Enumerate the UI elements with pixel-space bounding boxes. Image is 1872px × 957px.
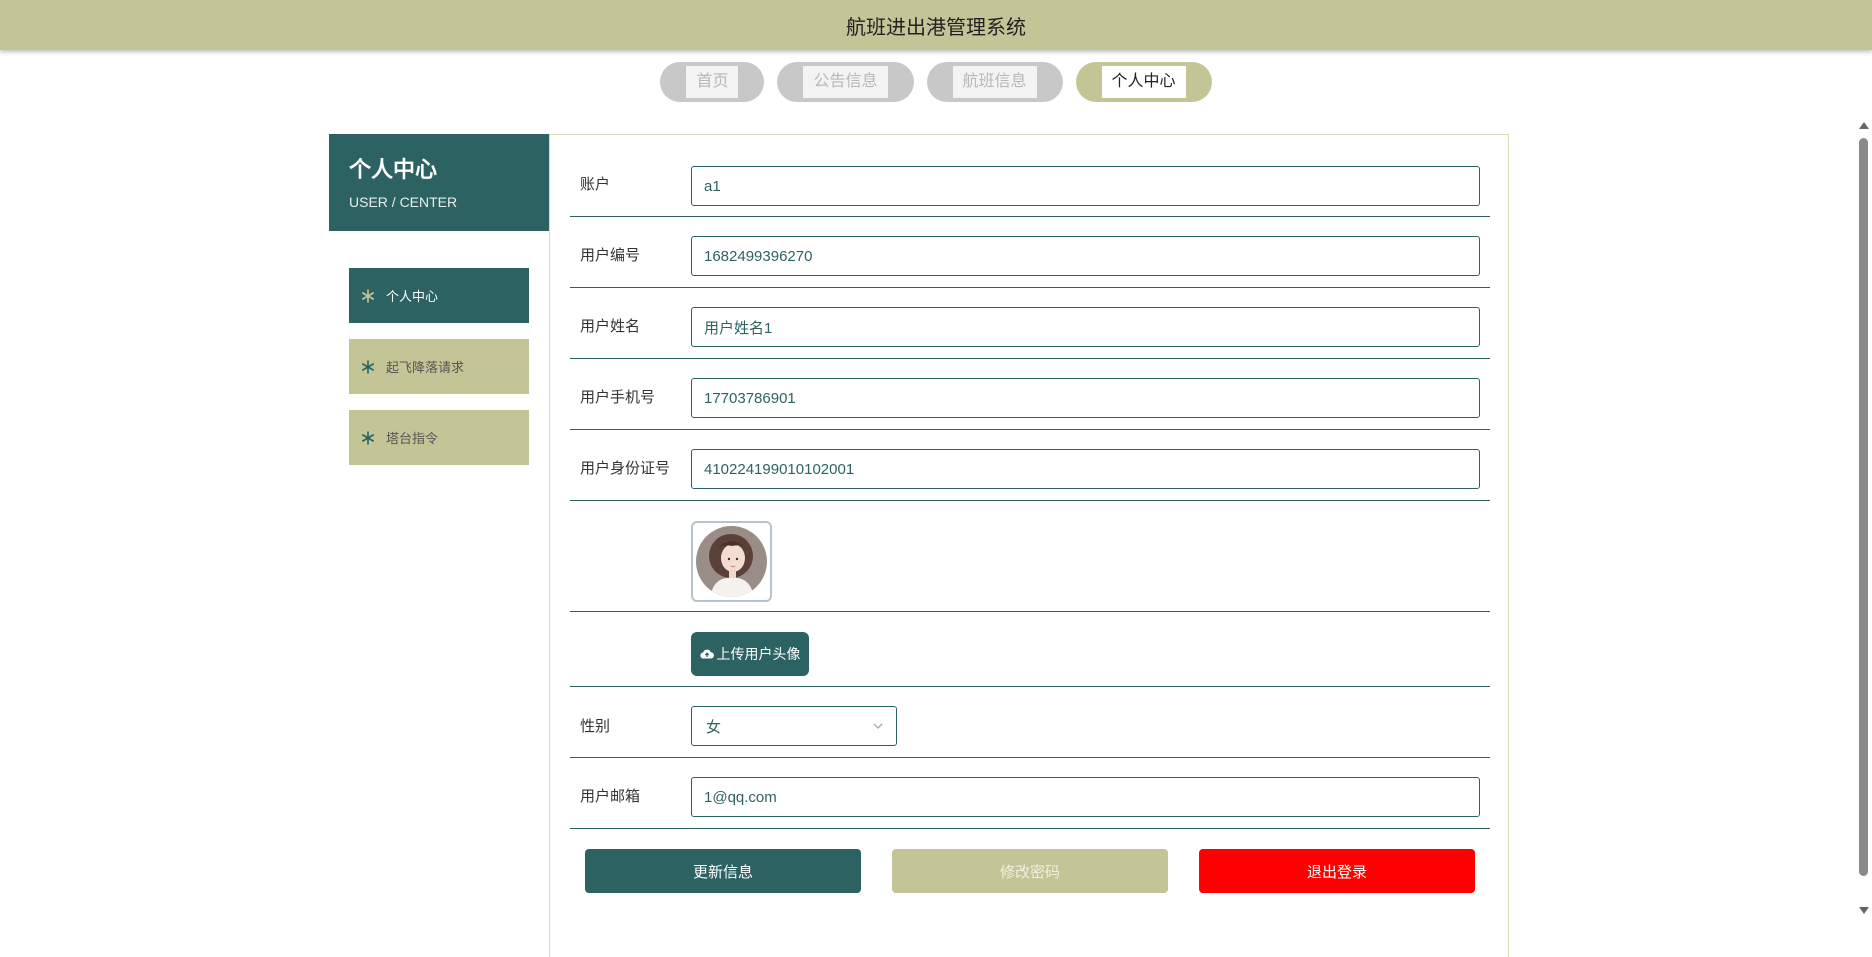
form-row-avatar (570, 501, 1490, 612)
gender-label: 性别 (580, 718, 611, 735)
tab-flights[interactable]: 航班信息 (926, 62, 1063, 102)
form-actions: 更新信息 修改密码 退出登录 (585, 849, 1475, 893)
form-row-phone: 用户手机号 (570, 359, 1490, 430)
sidebar-item-tower-command[interactable]: 塔台指令 (349, 410, 529, 465)
main-nav: 首页 公告信息 航班信息 个人中心 (0, 62, 1872, 102)
sidebar-item-takeoff-landing-request[interactable]: 起飞降落请求 (349, 339, 529, 394)
phone-field[interactable] (691, 378, 1480, 418)
app-title: 航班进出港管理系统 (846, 16, 1026, 39)
form-row-id-card: 用户身份证号 (570, 430, 1490, 501)
sidebar-item-label: 塔台指令 (386, 431, 439, 446)
avatar-image (696, 526, 767, 597)
sidebar-subtitle: USER / CENTER (349, 194, 458, 210)
form-row-upload: 上传用户头像 (570, 612, 1490, 687)
scrollbar-thumb[interactable] (1859, 138, 1868, 876)
upload-avatar-label: 上传用户头像 (716, 646, 801, 662)
tab-home[interactable]: 首页 (660, 62, 765, 102)
avatar (691, 521, 772, 602)
scroll-up-icon[interactable] (1859, 122, 1869, 129)
sidebar-menu: 个人中心 起飞降落请求 塔台指令 (349, 268, 529, 481)
form-row-gender: 性别 女 (570, 687, 1490, 758)
chevron-down-icon (873, 723, 883, 729)
user-no-field[interactable] (691, 236, 1480, 276)
change-password-button[interactable]: 修改密码 (892, 849, 1168, 893)
form-row-account: 账户 (570, 135, 1490, 217)
tab-label: 航班信息 (952, 66, 1037, 98)
logout-button[interactable]: 退出登录 (1199, 849, 1475, 893)
user-name-label: 用户姓名 (580, 318, 641, 335)
upload-avatar-button[interactable]: 上传用户头像 (691, 632, 809, 676)
gender-value: 女 (706, 718, 722, 736)
sidebar-title: 个人中心 (349, 157, 438, 182)
snowflake-icon (361, 359, 374, 374)
scroll-down-icon[interactable] (1859, 907, 1869, 914)
sidebar-item-personal-center[interactable]: 个人中心 (349, 268, 529, 323)
form-row-email: 用户邮箱 (570, 758, 1490, 829)
tab-label: 首页 (686, 66, 739, 98)
sidebar-item-label: 个人中心 (386, 289, 439, 304)
phone-label: 用户手机号 (580, 389, 656, 406)
snowflake-icon (361, 430, 374, 445)
update-info-button[interactable]: 更新信息 (585, 849, 861, 893)
user-name-field[interactable] (691, 307, 1480, 347)
account-label: 账户 (580, 176, 611, 193)
form-row-user-name: 用户姓名 (570, 288, 1490, 359)
page-scrollbar[interactable] (1856, 118, 1872, 918)
user-no-label: 用户编号 (580, 247, 641, 264)
snowflake-icon (361, 288, 374, 303)
gender-select[interactable]: 女 (691, 706, 897, 746)
tab-announcements[interactable]: 公告信息 (777, 62, 914, 102)
tab-label: 个人中心 (1101, 66, 1186, 98)
id-card-field[interactable] (691, 449, 1480, 489)
top-header: 航班进出港管理系统 (0, 0, 1872, 50)
account-field[interactable] (691, 166, 1480, 206)
sidebar-item-label: 起飞降落请求 (386, 360, 465, 375)
sidebar-header: 个人中心 USER / CENTER (329, 134, 549, 231)
cloud-upload-icon (699, 649, 714, 659)
form-row-user-no: 用户编号 (570, 217, 1490, 288)
profile-form-panel: 账户 用户编号 用户姓名 用户手机号 用户身份证号 (549, 134, 1509, 957)
email-label: 用户邮箱 (580, 788, 641, 805)
email-field[interactable] (691, 777, 1480, 817)
id-card-label: 用户身份证号 (580, 460, 671, 477)
tab-personal-center[interactable]: 个人中心 (1075, 62, 1212, 102)
tab-label: 公告信息 (803, 66, 888, 98)
